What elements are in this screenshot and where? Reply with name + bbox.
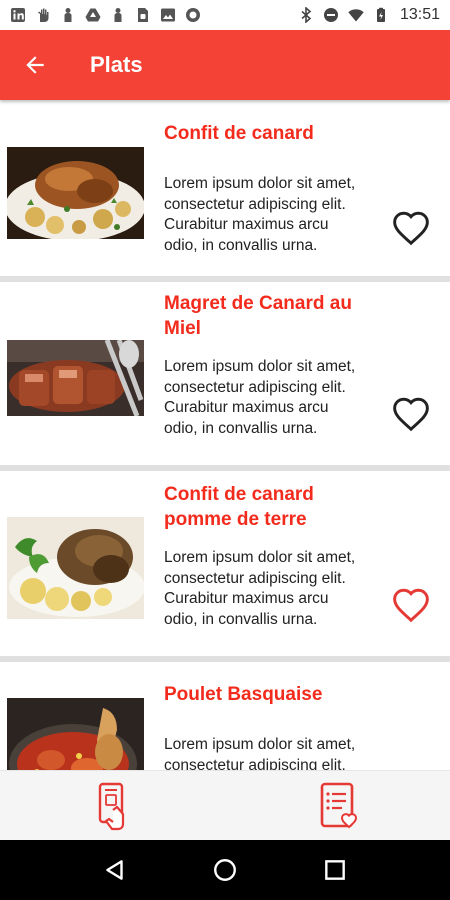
back-button[interactable] [0,30,70,100]
dish-list[interactable]: Confit de canard Lorem ipsum dolor sit a… [0,100,450,770]
recents-square-icon [325,860,345,880]
dish-image [7,698,144,770]
hand-icon [35,7,51,23]
heart-outline-icon [393,211,429,246]
back-triangle-icon [106,860,123,880]
dish-description: Lorem ipsum dolor sit amet, consectetur … [164,175,356,254]
nav-favorites-button[interactable] [308,776,368,836]
person-icon [60,7,76,23]
favorites-list-icon [320,782,357,828]
battery-icon [373,7,389,23]
dish-card[interactable]: Confit de canard pomme de terre Lorem ip… [0,471,450,656]
favorite-button[interactable] [389,208,433,248]
image-icon [160,7,176,23]
dish-description: Lorem ipsum dolor sit amet, consectetur … [164,736,356,770]
dish-image [7,340,144,416]
dish-card[interactable]: Confit de canard Lorem ipsum dolor sit a… [0,100,450,276]
linkedin-icon [10,7,26,23]
notification-icons [10,7,201,23]
heart-outline-icon [393,397,429,432]
circle-icon [185,7,201,23]
person-icon [110,7,126,23]
dish-title: Confit de canard [164,123,314,144]
favorite-button[interactable] [389,585,433,625]
drive-icon [85,7,101,23]
system-recents-button[interactable] [315,850,355,890]
do-not-disturb-icon [323,7,339,23]
dish-title: Magret de Canard au Miel [164,293,352,339]
wifi-icon [348,7,364,23]
dish-image [7,147,144,239]
app-bar: Plats [0,30,450,100]
arrow-left-icon [26,56,44,74]
favorite-button[interactable] [389,394,433,434]
status-time: 13:51 [399,6,440,23]
status-bar: 13:51 [0,0,450,30]
page-title: Plats [90,52,143,77]
system-back-button[interactable] [95,850,135,890]
dish-image [7,517,144,619]
bluetooth-icon [298,7,314,23]
heart-outline-icon [393,588,429,623]
sim-icon [135,7,151,23]
nav-order-button[interactable] [83,776,143,836]
home-circle-icon [214,859,236,881]
dish-card[interactable]: Poulet Basquaise Lorem ipsum dolor sit a… [0,662,450,770]
bottom-nav [0,770,450,840]
system-nav-bar [0,840,450,900]
dish-card[interactable]: Magret de Canard au Miel Lorem ipsum dol… [0,282,450,465]
system-home-button[interactable] [205,850,245,890]
phone-order-icon [98,782,124,830]
dish-description: Lorem ipsum dolor sit amet, consectetur … [164,358,356,437]
dish-title: Confit de canard pomme de terre [164,484,314,530]
dish-description: Lorem ipsum dolor sit amet, consectetur … [164,549,356,628]
system-status-icons: 13:51 [298,6,440,24]
dish-title: Poulet Basquaise [164,684,323,705]
